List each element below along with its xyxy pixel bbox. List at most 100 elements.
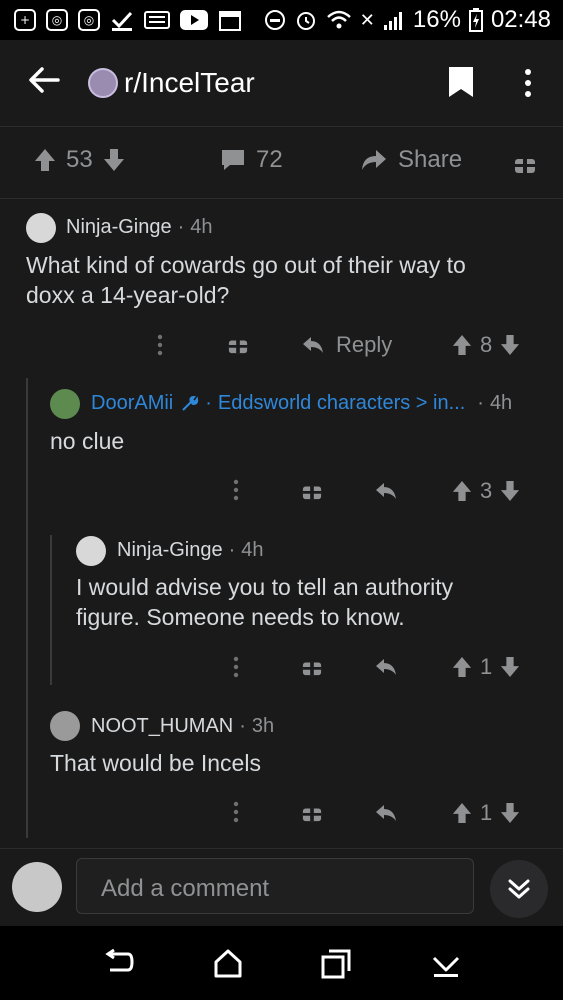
comment-line: doxx a 14-year-old?	[26, 282, 230, 308]
status-bar: + ◎ ◎ ✕ 16% 02:48	[0, 0, 563, 40]
comment-body: I would advise you to tell an authority …	[76, 572, 453, 632]
comment-author[interactable]: Ninja-Ginge	[66, 216, 172, 239]
system-nav-bar	[0, 926, 563, 1000]
comment-header: DoorAMii · Eddsworld characters > in... …	[91, 392, 512, 415]
comment-body: no clue	[50, 426, 124, 456]
avatar[interactable]	[26, 213, 56, 243]
comment-vote: 1	[452, 800, 520, 826]
comment-line: I would advise you to tell an authority	[76, 574, 454, 600]
alarm-icon	[296, 12, 315, 30]
comment-header: Ninja-Ginge · 4h	[66, 216, 213, 239]
upvote-icon[interactable]	[452, 480, 472, 502]
wrench-icon	[182, 395, 199, 411]
comment-count: 72	[256, 146, 283, 173]
user-flair: Eddsworld characters > in...	[217, 392, 466, 414]
comment-line: That would be Incels	[50, 750, 261, 776]
comment-line: no clue	[50, 428, 125, 454]
home-icon[interactable]	[212, 948, 244, 980]
comment-header: NOOT_HUMAN · 3h	[91, 715, 274, 738]
add-icon: +	[14, 9, 36, 31]
reply-icon[interactable]	[375, 657, 397, 677]
comment-author[interactable]: NOOT_HUMAN	[91, 715, 233, 738]
meta-separator: ·	[477, 392, 484, 414]
post-action-bar: 53 72 Share	[0, 126, 563, 199]
meta-separator: ·	[205, 392, 212, 414]
instagram-icon: ◎	[46, 9, 68, 31]
subreddit-title[interactable]: r/IncelTear	[124, 67, 255, 99]
downvote-icon[interactable]	[103, 148, 125, 172]
upvote-icon[interactable]	[34, 148, 56, 172]
recent-apps-icon[interactable]	[320, 948, 352, 980]
downvote-icon[interactable]	[500, 480, 520, 502]
upvote-icon[interactable]	[452, 656, 472, 678]
comment-author[interactable]: DoorAMii	[91, 392, 173, 415]
top-bar: r/IncelTear	[0, 40, 563, 127]
signal-icon	[383, 12, 402, 30]
comment-author[interactable]: Ninja-Ginge	[117, 539, 223, 562]
avatar[interactable]	[76, 536, 106, 566]
upvote-icon[interactable]	[452, 802, 472, 824]
subreddit-icon[interactable]	[88, 68, 118, 98]
thread-line[interactable]	[26, 378, 28, 838]
more-icon[interactable]	[232, 479, 240, 501]
thread-line[interactable]	[50, 535, 52, 685]
comment-icon	[222, 150, 244, 170]
reply-button[interactable]: Reply	[302, 332, 392, 358]
user-avatar[interactable]	[12, 862, 62, 912]
avatar[interactable]	[50, 389, 80, 419]
comment-score: 1	[480, 654, 493, 679]
downvote-icon[interactable]	[500, 802, 520, 824]
meta-separator: ·	[228, 539, 236, 561]
more-icon[interactable]	[518, 68, 538, 98]
keyboard-icon	[144, 11, 170, 29]
share-icon	[362, 150, 386, 170]
more-icon[interactable]	[232, 656, 240, 678]
more-icon[interactable]	[232, 801, 240, 823]
more-icon[interactable]	[156, 334, 164, 356]
post-vote: 53	[34, 146, 125, 174]
meta-separator: ·	[177, 216, 185, 238]
reply-icon[interactable]	[375, 481, 397, 501]
comment-time: 4h	[489, 392, 513, 414]
wifi-icon	[326, 10, 351, 29]
comment-time: 3h	[251, 715, 275, 737]
award-icon[interactable]	[514, 154, 536, 174]
comment-score: 3	[480, 478, 493, 503]
reply-icon[interactable]	[375, 803, 397, 823]
comment-vote: 1	[452, 654, 520, 680]
collapse-button[interactable]	[490, 860, 548, 918]
back-arrow-icon[interactable]	[26, 62, 62, 98]
reply-icon	[303, 337, 323, 353]
comment-line: figure. Someone needs to know.	[76, 604, 405, 630]
back-icon[interactable]	[102, 948, 134, 980]
comment-body: What kind of cowards go out of their way…	[26, 250, 466, 310]
award-icon[interactable]	[302, 657, 322, 677]
avatar[interactable]	[50, 711, 80, 741]
downvote-icon[interactable]	[500, 656, 520, 678]
share-button[interactable]: Share	[360, 146, 462, 174]
calendar-icon	[219, 11, 241, 31]
comment-score: 8	[480, 332, 493, 357]
comment-vote: 3	[452, 478, 520, 504]
comment-vote: 8	[452, 332, 520, 358]
upvote-icon[interactable]	[452, 334, 472, 356]
check-download-icon	[111, 11, 133, 31]
meta-separator: ·	[239, 715, 246, 737]
clock: 02:48	[490, 6, 551, 33]
instagram-icon-2: ◎	[78, 9, 100, 31]
comments-button[interactable]: 72	[220, 146, 283, 174]
post-score: 53	[66, 146, 93, 173]
hide-keyboard-icon[interactable]	[430, 948, 462, 980]
bookmark-icon[interactable]	[448, 66, 474, 98]
award-icon[interactable]	[302, 803, 322, 823]
battery-percent: 16%	[412, 6, 461, 33]
comment-header: Ninja-Ginge · 4h	[117, 539, 264, 562]
comment-line: What kind of cowards go out of their way…	[26, 252, 466, 278]
share-label: Share	[398, 146, 463, 173]
award-icon[interactable]	[302, 481, 322, 501]
dnd-icon	[264, 10, 285, 30]
comment-time: 4h	[190, 216, 213, 238]
downvote-icon[interactable]	[500, 334, 520, 356]
add-comment-input[interactable]: Add a comment	[76, 858, 474, 914]
award-icon[interactable]	[228, 335, 248, 355]
